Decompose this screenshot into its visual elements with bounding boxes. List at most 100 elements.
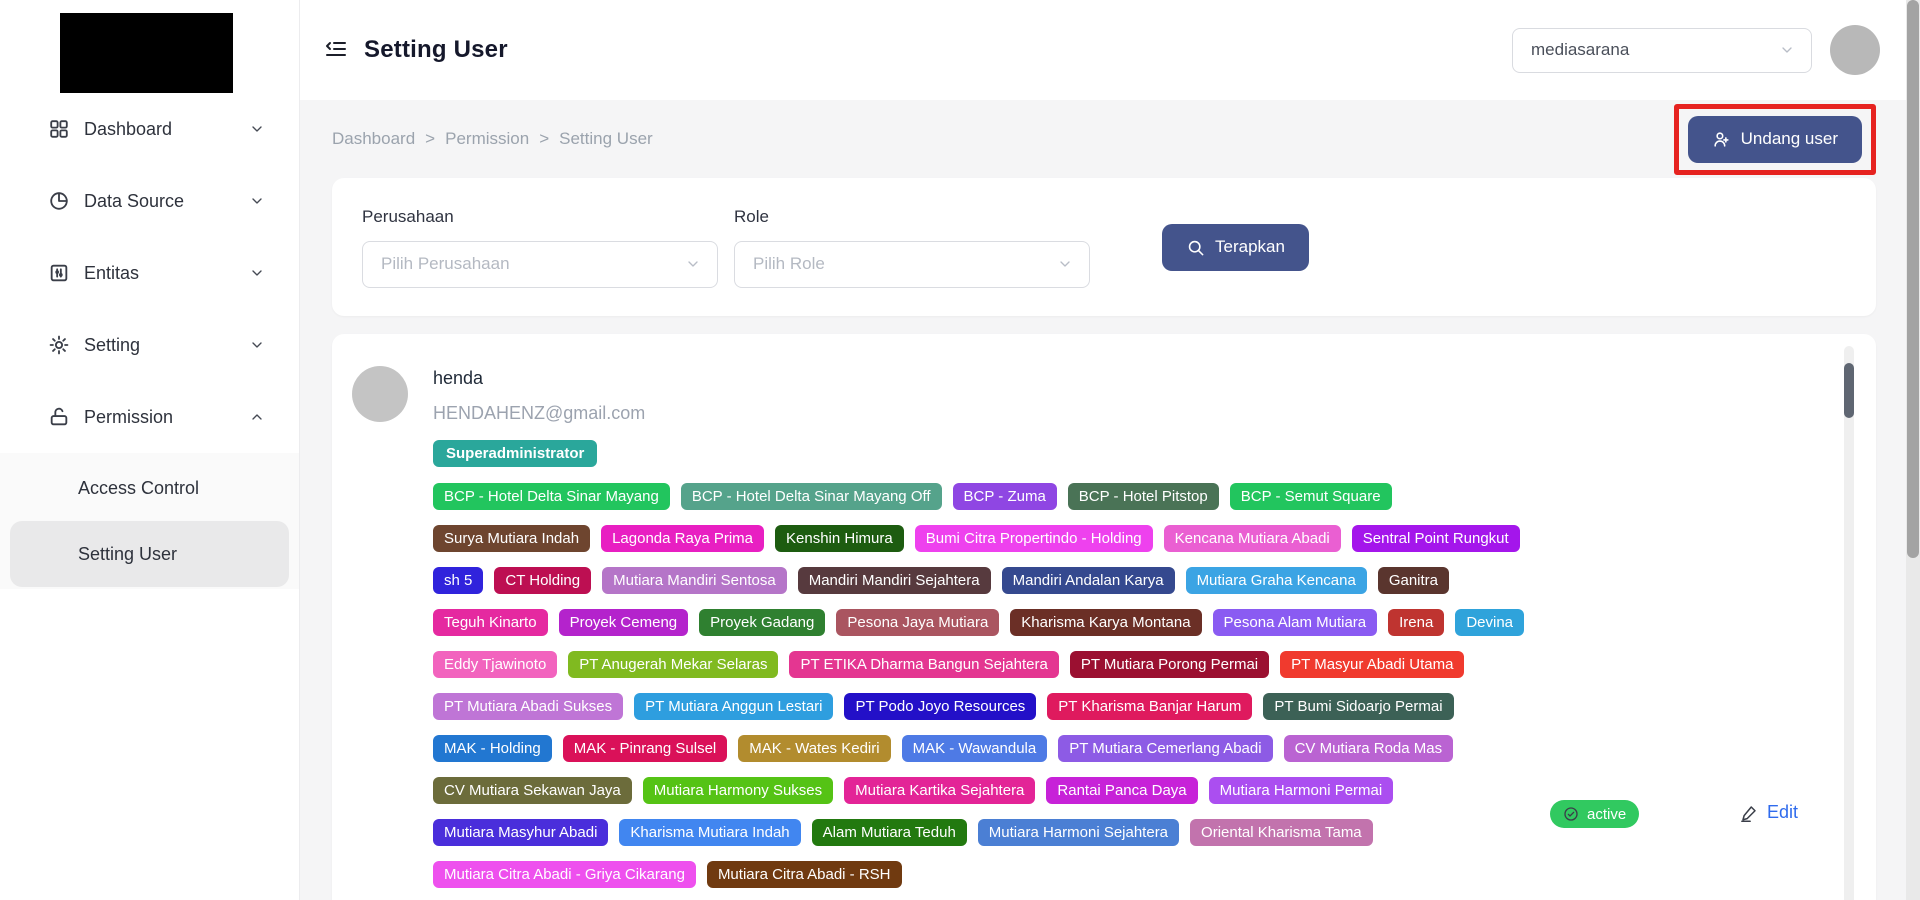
role-placeholder: Pilih Role <box>753 254 825 274</box>
chevron-down-icon <box>1057 256 1073 272</box>
role-select[interactable]: Pilih Role <box>734 241 1090 288</box>
company-badge: PT Mutiara Abadi Sukses <box>433 693 623 720</box>
breadcrumb-item[interactable]: Dashboard <box>332 129 415 149</box>
app-root: Dashboard Data Source Entitas Setting Permis… <box>0 0 1920 900</box>
breadcrumb-separator: > <box>539 129 549 149</box>
edit-button[interactable]: Edit <box>1740 802 1798 823</box>
company-badge: Oriental Kharisma Tama <box>1190 819 1373 846</box>
gear-icon <box>48 334 70 356</box>
company-badge: BCP - Hotel Delta Sinar Mayang Off <box>681 483 942 510</box>
sidebar-item-permission[interactable]: Permission <box>0 381 299 453</box>
sidebar-item-label: Data Source <box>84 191 184 212</box>
company-badge: Alam Mutiara Teduh <box>812 819 967 846</box>
breadcrumb-item[interactable]: Permission <box>445 129 529 149</box>
chevron-down-icon <box>249 121 265 137</box>
company-badge: MAK - Holding <box>433 735 552 762</box>
company-badge: PT Kharisma Banjar Harum <box>1047 693 1252 720</box>
sidebar-subitem-setting-user[interactable]: Setting User <box>10 521 289 587</box>
company-badge: Pesona Alam Mutiara <box>1213 609 1378 636</box>
menu-fold-icon[interactable] <box>324 38 348 62</box>
user-email: HENDAHENZ@gmail.com <box>433 403 1549 424</box>
user-avatar <box>352 366 408 422</box>
page-title: Setting User <box>364 36 508 64</box>
avatar[interactable] <box>1830 25 1880 75</box>
company-badge: Mutiara Harmoni Sejahtera <box>978 819 1179 846</box>
edit-pencil-icon <box>1740 804 1758 822</box>
sidebar-item-dashboard[interactable]: Dashboard <box>0 93 299 165</box>
user-add-icon <box>1712 130 1731 149</box>
card-scrollbar[interactable] <box>1844 346 1854 900</box>
window-scrollbar-thumb[interactable] <box>1907 0 1919 558</box>
company-badge: PT Mutiara Anggun Lestari <box>634 693 833 720</box>
breadcrumb-item[interactable]: Setting User <box>559 129 653 149</box>
sidebar: Dashboard Data Source Entitas Setting Permis… <box>0 0 300 900</box>
content: Dashboard > Permission > Setting User Undang… <box>300 100 1920 900</box>
user-name: henda <box>433 368 1549 389</box>
terapkan-label: Terapkan <box>1215 237 1285 257</box>
company-badge: PT Masyur Abadi Utama <box>1280 651 1464 678</box>
perusahaan-placeholder: Pilih Perusahaan <box>381 254 510 274</box>
company-badge: BCP - Hotel Delta Sinar Mayang <box>433 483 670 510</box>
status-badge: active <box>1550 800 1639 828</box>
window-scrollbar[interactable] <box>1906 0 1920 900</box>
company-badge: Devina <box>1455 609 1524 636</box>
sidebar-subitem-access-control[interactable]: Access Control <box>0 455 299 521</box>
sidebar-item-entitas[interactable]: Entitas <box>0 237 299 309</box>
perusahaan-label: Perusahaan <box>362 207 718 227</box>
perusahaan-select[interactable]: Pilih Perusahaan <box>362 241 718 288</box>
sidebar-item-label: Setting <box>84 335 140 356</box>
sidebar-item-label: Dashboard <box>84 119 172 140</box>
check-circle-icon <box>1563 806 1579 822</box>
undang-user-label: Undang user <box>1741 129 1838 149</box>
company-badge: Teguh Kinarto <box>433 609 548 636</box>
company-badge: PT Podo Joyo Resources <box>844 693 1036 720</box>
company-badge: Mandiri Mandiri Sejahtera <box>798 567 991 594</box>
company-badge: Pesona Jaya Mutiara <box>836 609 999 636</box>
company-badge: Eddy Tjawinoto <box>433 651 557 678</box>
terapkan-button[interactable]: Terapkan <box>1162 224 1309 271</box>
sidebar-item-setting[interactable]: Setting <box>0 309 299 381</box>
company-badge: Kharisma Mutiara Indah <box>619 819 800 846</box>
company-badge: Bumi Citra Propertindo - Holding <box>915 525 1153 552</box>
company-badge: CV Mutiara Roda Mas <box>1284 735 1454 762</box>
card-scrollbar-thumb[interactable] <box>1844 363 1854 418</box>
company-badge: Mutiara Harmony Sukses <box>643 777 833 804</box>
company-select[interactable]: mediasarana <box>1512 28 1812 73</box>
sidebar-item-data-source[interactable]: Data Source <box>0 165 299 237</box>
company-badge: PT Mutiara Porong Permai <box>1070 651 1269 678</box>
chevron-down-icon <box>685 256 701 272</box>
company-badge: Mutiara Masyhur Abadi <box>433 819 608 846</box>
company-badge: Surya Mutiara Indah <box>433 525 590 552</box>
undang-user-button[interactable]: Undang user <box>1688 116 1862 163</box>
company-badge: Mutiara Citra Abadi - RSH <box>707 861 902 888</box>
role-label: Role <box>734 207 1090 227</box>
sidebar-item-label: Entitas <box>84 263 139 284</box>
company-badge: BCP - Semut Square <box>1230 483 1392 510</box>
company-badge: CV Mutiara Sekawan Jaya <box>433 777 632 804</box>
company-logo <box>60 13 233 93</box>
badge-list: BCP - Hotel Delta Sinar Mayang BCP - Hote… <box>433 483 1549 888</box>
company-badge: MAK - Wates Kediri <box>738 735 890 762</box>
role-badge: Superadministrator <box>433 440 597 467</box>
company-badge: Mutiara Citra Abadi - Griya Cikarang <box>433 861 696 888</box>
breadcrumb: Dashboard > Permission > Setting User <box>332 129 653 149</box>
company-badge: Kharisma Karya Montana <box>1010 609 1201 636</box>
company-badge: PT Mutiara Cemerlang Abadi <box>1058 735 1272 762</box>
company-badge: Lagonda Raya Prima <box>601 525 764 552</box>
user-card: henda HENDAHENZ@gmail.com Superadministr… <box>332 334 1876 900</box>
chevron-down-icon <box>249 193 265 209</box>
invite-highlight-box: Undang user <box>1674 104 1876 175</box>
company-badge: CT Holding <box>494 567 591 594</box>
company-badge: Kenshin Himura <box>775 525 904 552</box>
company-badge: sh 5 <box>433 567 483 594</box>
company-badge: BCP - Zuma <box>953 483 1057 510</box>
sidebar-menu: Dashboard Data Source Entitas Setting Permis… <box>0 93 299 453</box>
company-badge: PT ETIKA Dharma Bangun Sejahtera <box>789 651 1058 678</box>
company-badge: PT Anugerah Mekar Selaras <box>568 651 778 678</box>
chevron-up-icon <box>249 409 265 425</box>
company-badge: Proyek Cemeng <box>559 609 689 636</box>
breadcrumb-separator: > <box>425 129 435 149</box>
user-row: henda HENDAHENZ@gmail.com Superadministr… <box>332 334 1876 888</box>
company-badge: PT Bumi Sidoarjo Permai <box>1263 693 1453 720</box>
chevron-down-icon <box>1779 42 1795 58</box>
